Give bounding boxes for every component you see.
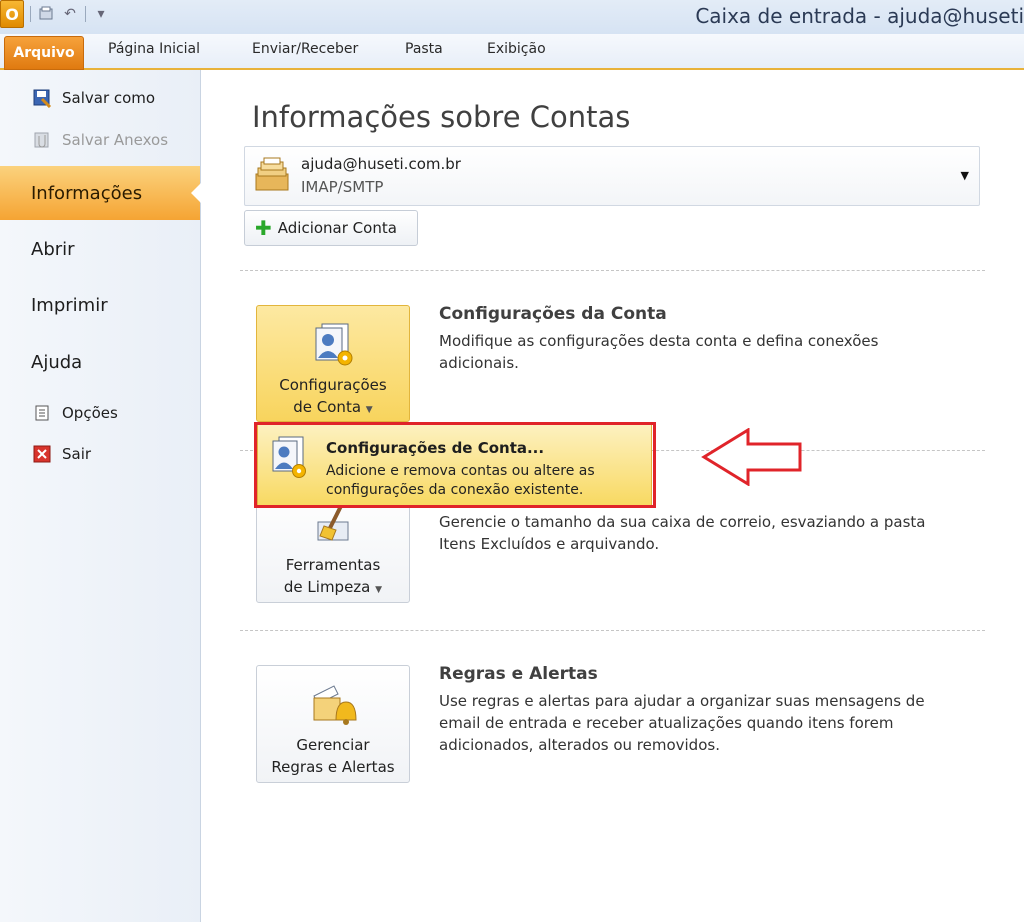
nav-item-label: Imprimir xyxy=(31,294,108,316)
options-label: Opções xyxy=(62,404,118,422)
account-selector[interactable]: ajuda@huseti.com.br IMAP/SMTP ▼ xyxy=(244,146,980,206)
highlight-box xyxy=(254,422,656,508)
send-receive-icon[interactable] xyxy=(37,5,55,23)
manage-rules-button[interactable]: Gerenciar Regras e Alertas xyxy=(256,665,410,783)
section-title: Configurações da Conta xyxy=(439,304,667,324)
qat-separator xyxy=(30,6,31,22)
nav-item-label: Informações xyxy=(31,182,143,204)
button-label-line: Ferramentas xyxy=(285,556,381,574)
tab-send-receive[interactable]: Enviar/Receber xyxy=(252,41,358,57)
section-divider xyxy=(240,270,985,271)
nav-item-info[interactable]: Informações xyxy=(0,166,201,220)
account-email: ajuda@huseti.com.br xyxy=(301,155,461,173)
backstage-nav: Salvar como Salvar Anexos Informações Ab… xyxy=(0,70,201,922)
button-label-line: de Conta ▼ xyxy=(257,396,409,421)
account-settings-button-label: Configurações de Conta ▼ xyxy=(257,374,409,421)
customize-qat-icon[interactable]: ▾ xyxy=(92,5,110,23)
nav-item-label: Abrir xyxy=(31,238,75,260)
exit-command[interactable]: Sair xyxy=(32,444,91,464)
manage-rules-button-label: Gerenciar Regras e Alertas xyxy=(257,734,409,778)
account-settings-icon xyxy=(308,320,358,370)
nav-item-print[interactable]: Imprimir xyxy=(0,278,200,332)
save-attachments-label: Salvar Anexos xyxy=(62,131,169,149)
page-title: Informações sobre Contas xyxy=(252,100,631,134)
rules-alerts-icon xyxy=(308,680,358,730)
options-command[interactable]: Opções xyxy=(32,403,118,423)
save-as-label: Salvar como xyxy=(62,89,156,107)
left-arrow-annotation xyxy=(701,428,802,486)
section-description: Use regras e alertas para ajudar a organ… xyxy=(439,692,925,754)
nav-item-open[interactable]: Abrir xyxy=(0,222,200,276)
account-settings-button[interactable]: Configurações de Conta ▼ xyxy=(256,305,410,422)
outlook-app-icon[interactable]: O xyxy=(0,0,24,28)
nav-item-help[interactable]: Ajuda xyxy=(0,335,200,389)
save-attachments-icon xyxy=(32,130,52,150)
tab-home[interactable]: Página Inicial xyxy=(108,41,200,57)
button-label-line: Configurações xyxy=(279,376,387,394)
button-label-line: de Limpeza ▼ xyxy=(257,576,409,601)
account-type: IMAP/SMTP xyxy=(301,178,384,196)
plus-icon: ✚ xyxy=(255,216,272,240)
button-label-text: de Conta xyxy=(293,398,362,416)
save-as-icon xyxy=(32,88,52,108)
cleanup-tools-button-label: Ferramentas de Limpeza ▼ xyxy=(257,554,409,601)
mailbox-stack-icon xyxy=(252,156,292,194)
exit-label: Sair xyxy=(62,445,92,463)
button-label-line: Gerenciar xyxy=(296,736,370,754)
undo-icon[interactable]: ↶ xyxy=(61,5,79,23)
section-description: Modifique as configurações desta conta e… xyxy=(439,332,879,372)
tab-view[interactable]: Exibição xyxy=(487,41,546,57)
qat-separator xyxy=(85,6,86,22)
add-account-label: Adicionar Conta xyxy=(277,219,397,237)
chevron-down-icon: ▼ xyxy=(375,585,383,595)
add-account-button[interactable]: ✚ Adicionar Conta xyxy=(244,210,418,246)
button-label-text: de Limpeza xyxy=(283,578,371,596)
options-icon xyxy=(32,403,52,423)
save-attachments-command[interactable]: Salvar Anexos xyxy=(32,130,168,150)
nav-item-label: Ajuda xyxy=(31,351,83,373)
section-divider xyxy=(240,630,985,631)
button-label-line: Regras e Alertas xyxy=(271,758,395,776)
quick-access-toolbar: O ↶ ▾ xyxy=(0,0,110,28)
section-title: Regras e Alertas xyxy=(439,664,598,684)
tab-folder[interactable]: Pasta xyxy=(405,41,443,57)
save-as-command[interactable]: Salvar como xyxy=(32,88,155,108)
chevron-down-icon[interactable]: ▼ xyxy=(961,169,969,182)
title-bar: O ↶ ▾ Caixa de entrada - ajuda@huseti xyxy=(0,0,1024,34)
section-description: Gerencie o tamanho da sua caixa de corre… xyxy=(439,513,926,553)
chevron-down-icon: ▼ xyxy=(365,405,373,415)
exit-icon xyxy=(32,444,52,464)
window-title: Caixa de entrada - ajuda@huseti xyxy=(695,4,1024,28)
ribbon-tab-bar: Arquivo Página Inicial Enviar/Receber Pa… xyxy=(0,34,1024,70)
tab-file[interactable]: Arquivo xyxy=(4,36,84,70)
